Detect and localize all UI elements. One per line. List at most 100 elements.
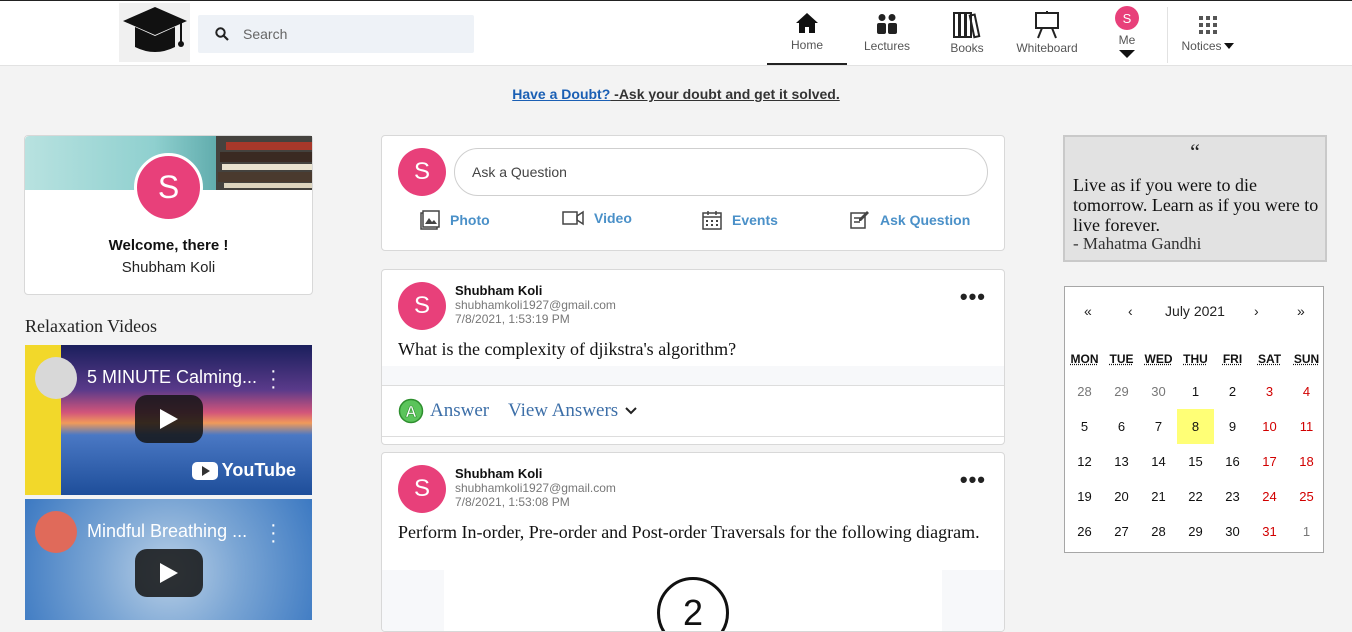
calendar-day[interactable]: 12 (1066, 444, 1103, 479)
calendar-day[interactable]: 6 (1103, 409, 1140, 444)
nav-lectures[interactable]: Lectures (847, 1, 927, 65)
question-post: S Shubham Koli shubhamkoli1927@gmail.com… (381, 452, 1005, 632)
calendar-day[interactable]: 20 (1103, 479, 1140, 514)
calendar-day[interactable]: 1 (1177, 374, 1214, 409)
calendar-weekday-header: TUE (1109, 352, 1134, 366)
calendar-day[interactable]: 31 (1251, 514, 1288, 549)
calendar-day[interactable]: 11 (1288, 409, 1325, 444)
tree-diagram-image: 2 (444, 570, 942, 631)
nav-me-label: Me (1118, 33, 1136, 47)
calendar-day[interactable]: 7 (1140, 409, 1177, 444)
calendar-next-year-button[interactable]: » (1297, 303, 1305, 319)
post-author-name[interactable]: Shubham Koli (455, 283, 542, 298)
photo-label: Photo (450, 212, 490, 228)
play-button[interactable] (135, 395, 203, 443)
ask-question-button[interactable]: Ask Question (850, 210, 970, 230)
video-card-2[interactable]: Mindful Breathing ... · · · (25, 499, 312, 620)
calendar-day[interactable]: 30 (1140, 374, 1177, 409)
events-button[interactable]: Events (702, 210, 778, 230)
profile-card: S Welcome, there ! Shubham Koli (24, 135, 313, 295)
calendar-day[interactable]: 3 (1251, 374, 1288, 409)
calendar-day[interactable]: 14 (1140, 444, 1177, 479)
calendar-day[interactable]: 26 (1066, 514, 1103, 549)
youtube-brand-text: YouTube (221, 460, 296, 480)
edit-icon (850, 211, 869, 229)
calendar-day[interactable]: 24 (1251, 479, 1288, 514)
calendar-day[interactable]: 18 (1288, 444, 1325, 479)
home-icon (796, 13, 818, 33)
calendar-day[interactable]: 23 (1214, 479, 1251, 514)
calendar-month-label[interactable]: July 2021 (1065, 303, 1325, 319)
calendar-day[interactable]: 4 (1288, 374, 1325, 409)
calendar-day[interactable]: 8 (1177, 409, 1214, 444)
ask-question-input[interactable]: Ask a Question (454, 148, 988, 196)
quote-author: - Mahatma Gandhi (1073, 234, 1202, 253)
play-icon (160, 409, 178, 429)
profile-avatar[interactable]: S (134, 153, 203, 222)
post-menu-icon[interactable]: ••• (960, 467, 986, 493)
channel-avatar[interactable] (35, 357, 77, 399)
calendar-day[interactable]: 30 (1214, 514, 1251, 549)
view-answers-label: View Answers (508, 400, 619, 421)
nav-books[interactable]: Books (927, 1, 1007, 65)
calendar-day[interactable]: 9 (1214, 409, 1251, 444)
post-author-name[interactable]: Shubham Koli (455, 466, 542, 481)
nav-me[interactable]: S Me (1097, 1, 1157, 65)
search-input[interactable] (243, 26, 453, 42)
calendar-day[interactable]: 16 (1214, 444, 1251, 479)
ask-doubt-banner: Have a Doubt? -Ask your doubt and get it… (0, 86, 1352, 102)
nav-notices[interactable]: Notices (1168, 1, 1248, 65)
calendar-day[interactable]: 1 (1288, 514, 1325, 549)
have-a-doubt-link[interactable]: Have a Doubt? (512, 86, 610, 102)
calendar-day[interactable]: 27 (1103, 514, 1140, 549)
ask-doubt-text[interactable]: -Ask your doubt and get it solved. (610, 86, 840, 102)
video-title[interactable]: 5 MINUTE Calming... (87, 367, 262, 388)
channel-avatar[interactable] (35, 511, 77, 553)
calendar-widget: « ‹ July 2021 › » MON TUE WED THU FRI SAT SUN 2… (1064, 286, 1324, 553)
books-icon (953, 12, 981, 39)
youtube-play-icon (191, 461, 218, 480)
question-post: S Shubham Koli shubhamkoli1927@gmail.com… (381, 269, 1005, 445)
play-button[interactable] (135, 549, 203, 597)
video-card-1[interactable]: 5 MINUTE Calming... · · · YouTube (25, 345, 312, 495)
nav-home[interactable]: Home (767, 1, 847, 65)
calendar-day[interactable]: 21 (1140, 479, 1177, 514)
calendar-day[interactable]: 5 (1066, 409, 1103, 444)
nav-whiteboard[interactable]: Whiteboard (1007, 1, 1087, 65)
search-bar[interactable] (198, 15, 474, 53)
calendar-day[interactable]: 19 (1066, 479, 1103, 514)
caret-down-icon (1119, 50, 1135, 58)
calendar-next-month-button[interactable]: › (1254, 303, 1259, 319)
answer-button[interactable]: A Answer (398, 398, 489, 424)
quote-card: “ Live as if you were to die tomorrow. L… (1063, 135, 1327, 262)
video-menu-icon[interactable]: · · · (270, 361, 277, 397)
calendar-day[interactable]: 22 (1177, 479, 1214, 514)
view-answers-button[interactable]: View Answers (508, 400, 638, 422)
post-avatar[interactable]: S (398, 282, 446, 330)
events-label: Events (732, 212, 778, 228)
calendar-day[interactable]: 29 (1177, 514, 1214, 549)
nav-notices-label: Notices (1181, 39, 1222, 53)
calendar-day[interactable]: 2 (1214, 374, 1251, 409)
calendar-day[interactable]: 17 (1251, 444, 1288, 479)
calendar-day[interactable]: 28 (1066, 374, 1103, 409)
calendar-weekday-header: SUN (1293, 352, 1320, 366)
calendar-day[interactable]: 15 (1177, 444, 1214, 479)
calendar-day[interactable]: 29 (1103, 374, 1140, 409)
quote-mark: “ (1190, 139, 1200, 164)
calendar-day[interactable]: 10 (1251, 409, 1288, 444)
post-menu-icon[interactable]: ••• (960, 284, 986, 310)
people-icon (877, 14, 897, 34)
photo-button[interactable]: Photo (420, 210, 490, 230)
calendar-weekday-header: FRI (1222, 352, 1243, 366)
video-title[interactable]: Mindful Breathing ... (87, 521, 262, 542)
post-avatar[interactable]: S (398, 465, 446, 513)
video-button[interactable]: Video (562, 210, 632, 226)
post-timestamp: 7/8/2021, 1:53:08 PM (455, 495, 570, 509)
graduation-cap-logo-icon[interactable] (119, 3, 190, 62)
calendar-day[interactable]: 25 (1288, 479, 1325, 514)
profile-name: Shubham Koli (121, 259, 216, 276)
calendar-day[interactable]: 13 (1103, 444, 1140, 479)
video-menu-icon[interactable]: · · · (270, 515, 277, 551)
calendar-day[interactable]: 28 (1140, 514, 1177, 549)
